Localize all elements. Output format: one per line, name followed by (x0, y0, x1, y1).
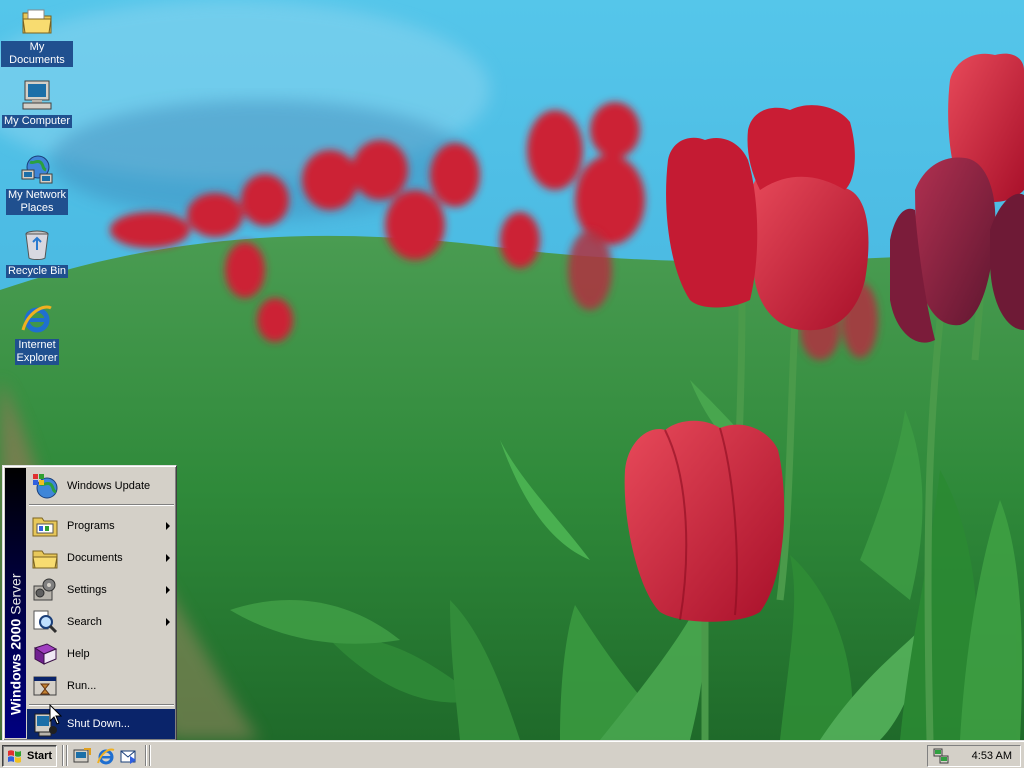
start-menu-banner-text: Windows 2000 Server (7, 573, 23, 715)
menu-item-label: Settings (67, 584, 107, 596)
desktop-icon-label: Internet Explorer (14, 339, 60, 365)
windows-update-icon (33, 474, 58, 499)
network-connection-icon[interactable] (933, 748, 950, 764)
start-menu-banner: Windows 2000 Server (5, 468, 26, 738)
menu-item-label: Windows Update (67, 480, 151, 492)
menu-item-settings[interactable]: Settings (27, 574, 175, 606)
programs-icon (32, 517, 58, 537)
desktop-icon-label: My Computer (1, 115, 73, 128)
run-icon (33, 676, 57, 696)
network-places-icon (21, 155, 53, 184)
desktop-icon-internet-explorer[interactable]: Internet Explorer (0, 302, 74, 365)
windows-flag-icon (8, 750, 21, 763)
menu-item-documents[interactable]: Documents (27, 542, 175, 574)
submenu-arrow-icon (166, 522, 170, 530)
desktop-icon-my-computer[interactable]: My Computer (0, 78, 74, 128)
recycle-bin-icon (25, 230, 49, 260)
menu-item-label: Programs (67, 520, 115, 532)
submenu-arrow-icon (166, 618, 170, 626)
desktop-icon-label: My Documents (1, 41, 73, 67)
taskbar-divider (66, 745, 68, 766)
start-button[interactable]: Start (2, 745, 57, 767)
menu-item-label: Search (67, 616, 102, 628)
start-menu: Windows 2000 Server Windows Update Progr… (2, 465, 177, 741)
menu-item-label: Shut Down... (67, 718, 130, 730)
mouse-cursor-icon (49, 704, 63, 725)
computer-icon (22, 80, 52, 110)
menu-item-help[interactable]: Help (27, 638, 175, 670)
internet-explorer-icon[interactable] (97, 747, 115, 765)
taskbar-divider (149, 745, 151, 766)
folder-documents-icon (22, 9, 52, 34)
taskbar: Start 4:53 AM (0, 740, 1024, 768)
menu-item-programs[interactable]: Programs (27, 510, 175, 542)
submenu-arrow-icon (166, 554, 170, 562)
search-icon (33, 610, 58, 634)
submenu-arrow-icon (166, 586, 170, 594)
menu-item-windows-update[interactable]: Windows Update (27, 470, 175, 502)
desktop-icon-label: My Network Places (5, 189, 69, 215)
show-desktop-icon[interactable] (73, 747, 91, 765)
menu-item-label: Help (67, 648, 90, 660)
taskbar-clock[interactable]: 4:53 AM (972, 750, 1012, 762)
documents-icon (32, 550, 58, 569)
help-icon (33, 643, 58, 665)
menu-item-label: Documents (67, 552, 123, 564)
taskbar-divider (145, 745, 147, 766)
system-tray: 4:53 AM (927, 745, 1021, 767)
taskbar-divider (62, 745, 64, 766)
settings-icon (33, 578, 56, 601)
menu-item-run[interactable]: Run... (27, 670, 175, 702)
desktop-icon-my-network-places[interactable]: My Network Places (0, 152, 74, 215)
internet-explorer-icon (21, 305, 52, 333)
menu-item-search[interactable]: Search (27, 606, 175, 638)
start-button-label: Start (27, 750, 53, 762)
desktop-icon-recycle-bin[interactable]: Recycle Bin (0, 228, 74, 278)
desktop-icon-label: Recycle Bin (5, 265, 69, 278)
menu-separator (29, 504, 174, 506)
menu-item-label: Run... (67, 680, 97, 692)
outlook-express-icon[interactable] (119, 747, 137, 765)
desktop-icon-my-documents[interactable]: My Documents (0, 4, 74, 67)
